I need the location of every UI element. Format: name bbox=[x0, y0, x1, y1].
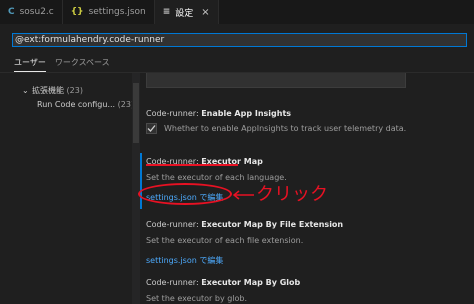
setting-executor-map-by-file-extension: Code-runner: Executor Map By File Extens… bbox=[146, 220, 466, 267]
toc-group-count: (23) bbox=[66, 86, 83, 95]
json-file-icon: {} bbox=[70, 7, 84, 17]
previous-setting-field[interactable] bbox=[146, 73, 406, 88]
setting-executor-map-by-glob: Code-runner: Executor Map By Glob Set th… bbox=[146, 278, 466, 303]
toc-scrollbar[interactable] bbox=[132, 73, 140, 304]
setting-prefix: Code-runner: bbox=[146, 109, 202, 118]
focus-indicator bbox=[140, 153, 142, 209]
edit-in-settings-json-link[interactable]: settings.json で編集 bbox=[146, 255, 223, 266]
setting-description: Set the executor of each file extension. bbox=[146, 236, 304, 245]
setting-description: Set the executor by glob. bbox=[146, 294, 248, 303]
setting-description: Whether to enable AppInsights to track u… bbox=[164, 124, 407, 133]
setting-prefix: Code-runner: bbox=[146, 220, 202, 229]
settings-icon: ≡ bbox=[162, 7, 171, 17]
enable-app-insights-checkbox[interactable] bbox=[146, 123, 157, 134]
tab-sosu2-c[interactable]: C sosu2.c bbox=[0, 0, 63, 24]
annotation-arrow-icon bbox=[232, 190, 254, 200]
setting-checkbox-row: Whether to enable AppInsights to track u… bbox=[146, 123, 466, 134]
check-icon bbox=[147, 125, 156, 132]
tab-settings[interactable]: ≡ 設定 × bbox=[154, 0, 219, 24]
c-file-icon: C bbox=[8, 7, 15, 17]
tab-user[interactable]: ユーザー bbox=[14, 57, 46, 72]
chevron-down-icon: ⌄ bbox=[22, 86, 29, 95]
setting-name: Executor Map By Glob bbox=[201, 278, 301, 287]
settings-search-input[interactable]: @ext:formulahendry.code-runner bbox=[12, 33, 467, 47]
setting-prefix: Code-runner: bbox=[146, 278, 202, 287]
toc-item-label: Run Code configu... bbox=[37, 100, 116, 109]
toc-group-label: 拡張機能 bbox=[32, 86, 64, 95]
editor-tab-bar: C sosu2.c {} settings.json ≡ 設定 × bbox=[0, 0, 474, 24]
close-icon[interactable]: × bbox=[201, 7, 209, 18]
setting-title: Code-runner: Executor Map By File Extens… bbox=[146, 220, 466, 229]
toc-item-run-code[interactable]: Run Code configu... (23) bbox=[22, 98, 134, 112]
setting-name: Enable App Insights bbox=[201, 109, 292, 118]
setting-name: Executor Map By File Extension bbox=[201, 220, 344, 229]
annotation-ellipse bbox=[138, 183, 232, 205]
setting-title: Code-runner: Executor Map By Glob bbox=[146, 278, 466, 287]
toc-group-extensions[interactable]: ⌄ 拡張機能 (23) bbox=[22, 84, 134, 98]
tab-label: sosu2.c bbox=[19, 7, 54, 17]
tab-label: 設定 bbox=[175, 8, 194, 19]
annotation-label: クリック bbox=[256, 184, 328, 205]
tab-label: settings.json bbox=[88, 7, 146, 17]
settings-scope-tabs: ユーザー ワークスペース bbox=[14, 57, 110, 72]
setting-title: Code-runner: Enable App Insights bbox=[146, 109, 466, 118]
annotation-underline bbox=[146, 164, 238, 166]
tab-settings-json[interactable]: {} settings.json bbox=[63, 0, 155, 24]
tab-workspace[interactable]: ワークスペース bbox=[55, 57, 110, 72]
scrollbar-thumb[interactable] bbox=[133, 83, 139, 143]
settings-toc: ⌄ 拡張機能 (23) Run Code configu... (23) bbox=[22, 84, 134, 112]
setting-enable-app-insights: Code-runner: Enable App Insights Whether… bbox=[146, 109, 466, 134]
